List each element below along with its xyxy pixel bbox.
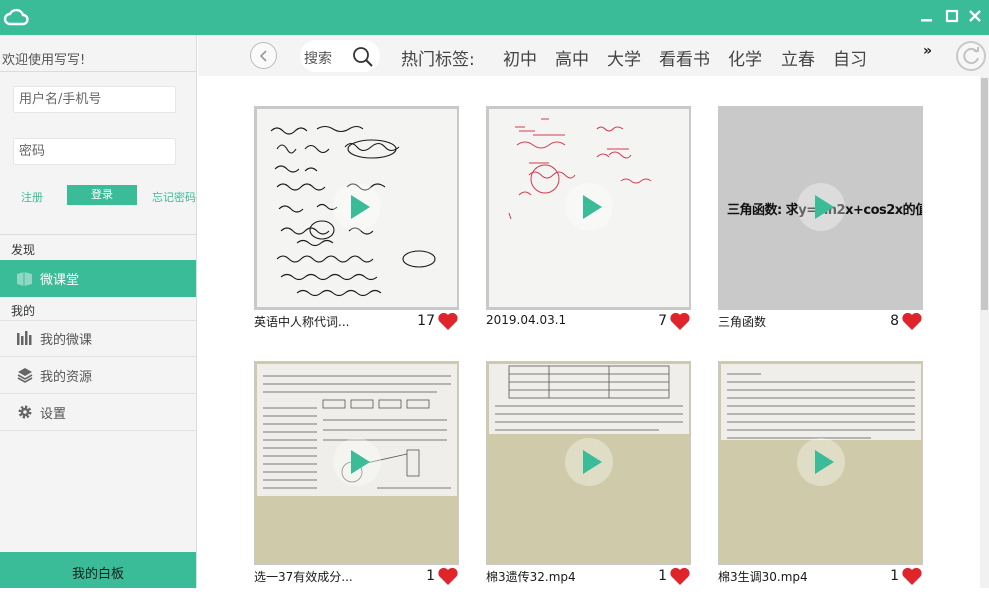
layers-icon [16, 367, 33, 384]
like-count: 7 [658, 313, 667, 329]
search-icon[interactable] [352, 46, 374, 68]
video-thumbnail[interactable] [486, 361, 691, 565]
scrollbar-thumb[interactable] [981, 78, 988, 310]
hot-tags-label: 热门标签: [401, 50, 475, 70]
video-thumbnail[interactable]: 三角函数: 求y=sin2x+cos2x的值域 [718, 106, 923, 310]
heart-icon[interactable] [437, 311, 459, 331]
refresh-button[interactable] [956, 41, 986, 71]
tag-item[interactable]: 化学 [728, 45, 762, 70]
sidebar-item-label: 微课堂 [40, 273, 80, 288]
maximize-icon[interactable] [943, 7, 961, 25]
search-placeholder: 搜索 [304, 51, 332, 67]
bars-icon [16, 330, 33, 347]
play-icon[interactable] [333, 183, 381, 231]
refresh-icon [963, 47, 979, 65]
video-thumbnail[interactable] [718, 361, 923, 565]
play-icon[interactable] [333, 438, 381, 486]
card-title: 2019.04.03.1 [486, 313, 567, 327]
tag-item[interactable]: 初中 [503, 45, 537, 70]
sidebar-item-my-micro[interactable]: 我的微课 [0, 320, 196, 357]
exam-paper-icon [489, 364, 689, 434]
close-icon[interactable] [966, 7, 984, 25]
chevron-left-icon [259, 50, 267, 62]
play-icon[interactable] [797, 438, 845, 486]
divider [0, 71, 196, 72]
heart-icon[interactable] [901, 566, 923, 586]
minimize-icon[interactable] [918, 7, 936, 25]
cloud-logo-icon [3, 8, 29, 26]
video-thumbnail[interactable] [254, 361, 459, 565]
card-title: 棉3遗传32.mp4 [486, 570, 576, 584]
play-icon[interactable] [565, 183, 613, 231]
card-title: 英语中人称代词... [254, 315, 350, 329]
book-icon [16, 270, 33, 287]
login-button[interactable]: 登录 [67, 185, 137, 205]
sidebar-item-my-resources[interactable]: 我的资源 [0, 357, 196, 394]
like-count: 8 [890, 313, 899, 329]
like-count: 1 [658, 568, 667, 584]
play-icon[interactable] [565, 438, 613, 486]
back-button[interactable] [250, 42, 277, 69]
sidebar-item-label: 我的微课 [40, 333, 93, 348]
my-whiteboard-button[interactable]: 我的白板 [0, 552, 196, 588]
exam-paper-icon [721, 364, 921, 440]
tag-item[interactable]: 看看书 [659, 45, 710, 70]
heart-icon[interactable] [669, 311, 691, 331]
sidebar-item-settings[interactable]: 设置 [0, 394, 196, 431]
forgot-password-link[interactable]: 忘记密码 [152, 189, 196, 205]
more-tags-button[interactable]: » [923, 43, 932, 59]
discover-header: 发现 [11, 243, 36, 257]
heart-icon[interactable] [437, 566, 459, 586]
card-title: 三角函数 [718, 315, 767, 329]
divider [0, 234, 196, 235]
sidebar-item-micro-class[interactable]: 微课堂 [0, 260, 196, 297]
gear-icon [16, 404, 33, 421]
username-field[interactable]: 用户名/手机号 [13, 86, 176, 113]
card-title: 选一37有效成分... [254, 570, 353, 584]
tag-item[interactable]: 自习 [833, 45, 867, 70]
search-input[interactable]: 搜索 [300, 40, 380, 72]
card-title: 棉3生调30.mp4 [718, 570, 808, 584]
video-thumbnail[interactable] [254, 106, 459, 310]
tag-item[interactable]: 立春 [781, 45, 815, 70]
tag-item[interactable]: 大学 [607, 45, 641, 70]
welcome-text: 欢迎使用写写! [2, 53, 86, 68]
tag-item[interactable]: 高中 [555, 45, 589, 70]
like-count: 17 [417, 313, 435, 329]
title-bar [0, 0, 989, 35]
password-field[interactable]: 密码 [13, 138, 176, 165]
play-icon[interactable] [797, 183, 845, 231]
heart-icon[interactable] [901, 311, 923, 331]
heart-icon[interactable] [669, 566, 691, 586]
video-thumbnail[interactable] [486, 106, 691, 310]
sidebar: 欢迎使用写写! 用户名/手机号 密码 注册 登录 忘记密码 发现 微课堂 我的 … [0, 35, 197, 588]
sidebar-item-label: 我的资源 [40, 369, 93, 385]
sidebar-item-label: 设置 [40, 406, 67, 422]
register-link[interactable]: 注册 [21, 189, 43, 205]
tag-bar: 搜索 热门标签: 初中 高中 大学 看看书 化学 立春 自习 » [198, 35, 989, 76]
like-count: 1 [890, 568, 899, 584]
like-count: 1 [426, 568, 435, 584]
mine-header: 我的 [11, 304, 36, 318]
